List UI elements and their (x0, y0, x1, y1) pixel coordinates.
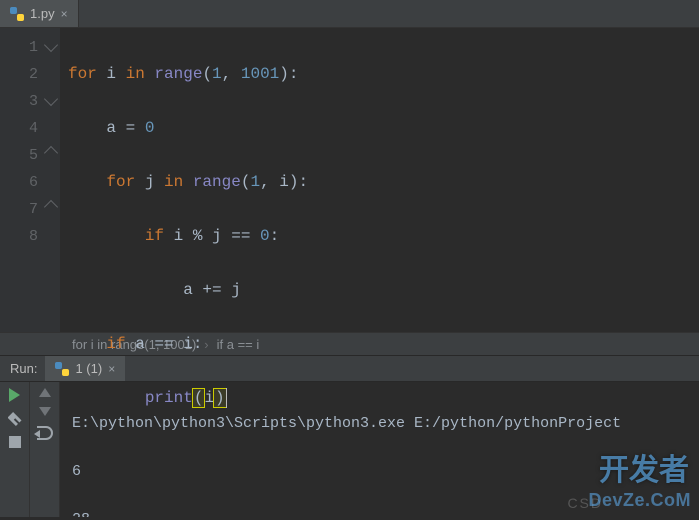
fold-end-icon[interactable] (44, 146, 58, 160)
stop-icon[interactable] (9, 436, 21, 448)
fold-start-icon[interactable] (44, 92, 58, 106)
fold-start-icon[interactable] (44, 38, 58, 52)
python-icon (55, 362, 69, 376)
run-actions (0, 382, 30, 517)
soft-wrap-icon[interactable] (37, 426, 53, 440)
play-icon[interactable] (9, 388, 20, 402)
fold-end-icon[interactable] (44, 200, 58, 214)
code-area[interactable]: for i in range(1, 1001): a = 0 for j in … (60, 28, 699, 332)
code-editor[interactable]: 1 2 3 4 5 6 7 8 for i in range(1, 1001):… (0, 28, 699, 332)
run-label: Run: (10, 361, 37, 376)
python-icon (10, 7, 24, 21)
close-icon[interactable]: × (61, 7, 68, 21)
arrow-up-icon[interactable] (39, 388, 51, 397)
line-gutter: 1 2 3 4 5 6 7 8 (0, 28, 60, 332)
console-tools (30, 382, 60, 517)
file-tab-label: 1.py (30, 6, 55, 21)
file-tab[interactable]: 1.py × (0, 0, 79, 27)
wrench-icon[interactable] (8, 412, 22, 426)
editor-tabbar: 1.py × (0, 0, 699, 28)
arrow-down-icon[interactable] (39, 407, 51, 416)
text-caret (226, 388, 227, 408)
